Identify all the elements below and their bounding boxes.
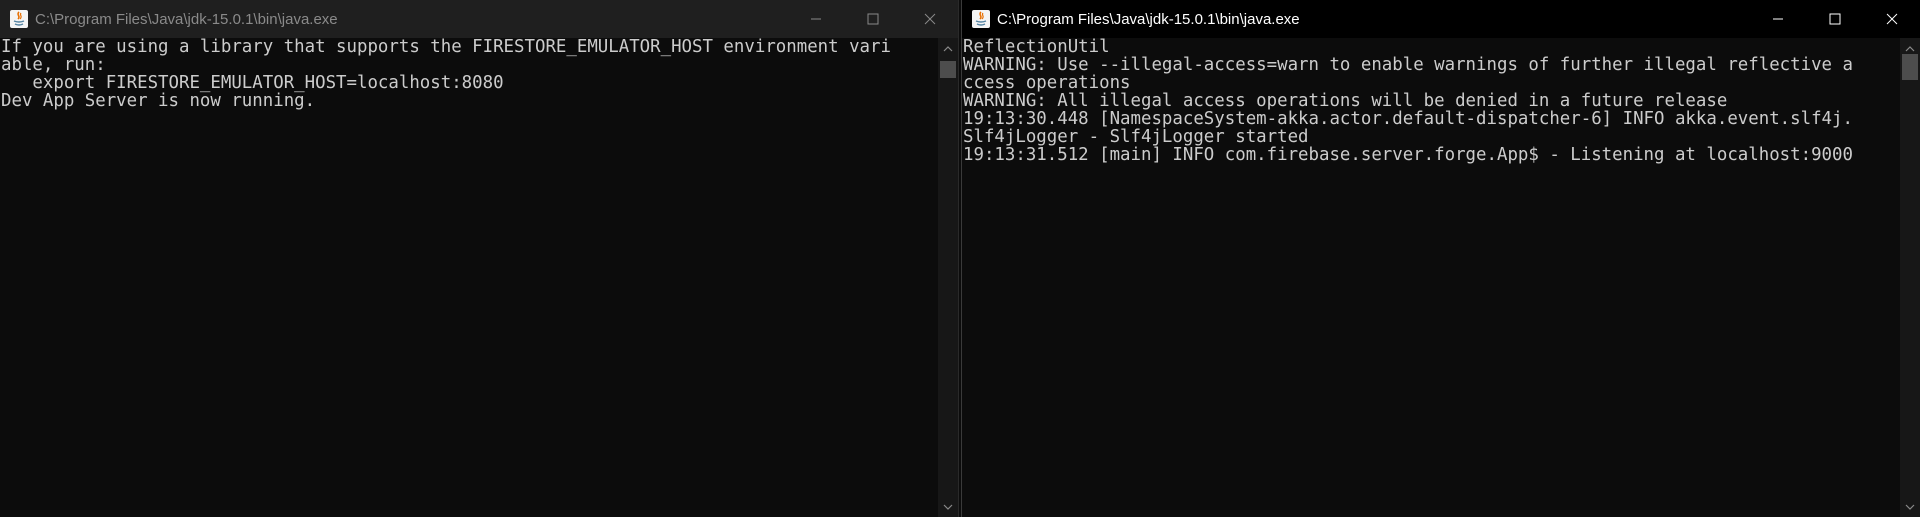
console-line: 19:13:31.512 [main] INFO com.firebase.se… — [963, 145, 1853, 165]
console-line: Dev App Server is now running. — [1, 91, 316, 111]
console-line: ccess operations — [963, 73, 1131, 93]
scroll-up-arrow-icon — [943, 45, 953, 51]
console-line: Slf4jLogger - Slf4jLogger started — [963, 127, 1309, 147]
maximize-icon — [1829, 13, 1840, 25]
console-line: WARNING: All illegal access operations w… — [963, 91, 1728, 111]
console-window-left[interactable]: C:\Program Files\Java\jdk-15.0.1\bin\jav… — [0, 0, 959, 517]
console-window-right[interactable]: C:\Program Files\Java\jdk-15.0.1\bin\jav… — [961, 0, 1920, 517]
minimize-icon — [1772, 18, 1783, 20]
close-button[interactable] — [901, 0, 958, 38]
close-button[interactable] — [1863, 0, 1920, 38]
title-bar[interactable]: C:\Program Files\Java\jdk-15.0.1\bin\jav… — [0, 0, 958, 38]
minimize-icon — [810, 18, 821, 20]
close-icon — [924, 13, 935, 25]
window-title: C:\Program Files\Java\jdk-15.0.1\bin\jav… — [35, 10, 338, 28]
window-title: C:\Program Files\Java\jdk-15.0.1\bin\jav… — [997, 10, 1300, 28]
scroll-down-arrow-icon — [943, 504, 953, 510]
console-line: If you are using a library that supports… — [1, 38, 891, 57]
minimize-button[interactable] — [787, 0, 844, 38]
console-line: ReflectionUtil — [963, 38, 1110, 57]
scroll-up-arrow-icon — [1905, 45, 1915, 51]
scroll-down-arrow-icon — [1905, 504, 1915, 510]
maximize-icon — [867, 13, 878, 25]
java-icon — [972, 10, 990, 28]
console-line: able, run: — [1, 55, 106, 75]
console-output[interactable]: ReflectionUtil WARNING: Use --illegal-acc… — [962, 38, 1902, 517]
console-output[interactable]: If you are using a library that supports… — [0, 38, 940, 517]
scroll-up-button[interactable] — [938, 40, 958, 57]
scroll-down-button[interactable] — [1900, 498, 1920, 515]
console-line: WARNING: Use --illegal-access=warn to en… — [963, 55, 1853, 75]
console-line: 19:13:30.448 [NamespaceSystem-akka.actor… — [963, 109, 1853, 129]
vertical-scrollbar[interactable] — [938, 38, 958, 517]
console-line: export FIRESTORE_EMULATOR_HOST=localhost… — [1, 73, 504, 93]
java-icon — [10, 10, 28, 28]
scroll-thumb[interactable] — [940, 61, 956, 78]
vertical-scrollbar[interactable] — [1900, 38, 1920, 517]
scroll-thumb[interactable] — [1902, 54, 1918, 80]
maximize-button[interactable] — [1806, 0, 1863, 38]
maximize-button[interactable] — [844, 0, 901, 38]
minimize-button[interactable] — [1749, 0, 1806, 38]
close-icon — [1886, 13, 1897, 25]
scroll-down-button[interactable] — [938, 498, 958, 515]
title-bar[interactable]: C:\Program Files\Java\jdk-15.0.1\bin\jav… — [962, 0, 1920, 38]
